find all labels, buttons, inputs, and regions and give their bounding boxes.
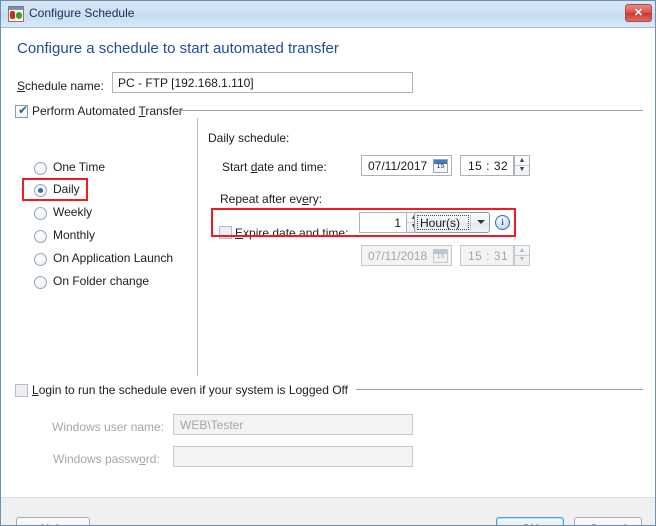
stepper-down-icon[interactable]: ▼ [515,165,529,174]
cancel-button[interactable]: Cancel [574,517,642,525]
expire-date-time-label: Expire date and time: [235,226,349,240]
radio-dot-icon[interactable] [34,184,47,197]
expire-time-value: 15 : 31 [468,249,509,263]
calendar-day-label: 15 [436,253,445,260]
perform-automated-transfer-label: Perform Automated Transfer [32,104,183,118]
stepper-up-icon[interactable]: ▲ [515,246,529,255]
windows-password-input[interactable] [173,446,413,467]
expire-date-value: 07/11/2018 [368,249,428,263]
window-title: Configure Schedule [29,6,135,20]
title-bar: Configure Schedule ✕ [1,1,655,28]
calendar-day-label: 15 [436,163,445,170]
start-date-value: 07/11/2017 [368,159,428,173]
stepper-down-icon[interactable]: ▼ [515,255,529,264]
repeat-after-every-label: Repeat after every: [220,192,323,206]
radio-label: Monthly [53,228,96,242]
schedule-name-label: Schedule name: [17,79,104,93]
dialog-footer: Help OK Cancel [1,497,655,525]
radio-dot-icon[interactable] [34,276,47,289]
checkmark-icon: ✔ [18,103,29,117]
windows-user-name-input[interactable]: WEB\Tester [173,414,413,435]
close-icon[interactable]: ✕ [625,4,652,22]
daily-schedule-title: Daily schedule: [208,131,290,145]
radio-dot-icon[interactable] [34,253,47,266]
expire-time-input[interactable]: 15 : 31 [460,245,514,266]
schedule-name-input[interactable] [112,72,413,93]
schedule-app-icon [8,6,24,22]
repeat-unit-value: Hour(s) [420,216,461,230]
group-divider-line [356,389,643,390]
page-title: Configure a schedule to start automated … [17,40,339,57]
ok-button[interactable]: OK [496,517,564,525]
radio-dot-icon[interactable] [34,162,47,175]
radio-label: Daily [53,182,80,196]
radio-label: Weekly [53,205,93,219]
expire-date-input[interactable]: 07/11/2018 15 [361,245,452,266]
radio-dot-icon[interactable] [34,230,47,243]
radio-label: On Application Launch [53,251,174,265]
windows-user-name-label: Windows user name: [52,420,165,434]
repeat-amount-input[interactable]: 1 [359,212,407,233]
calendar-icon[interactable]: 15 [433,249,448,263]
repeat-amount-value: 1 [394,216,401,230]
radio-label: On Folder change [53,274,150,288]
start-time-input[interactable]: 15 : 32 [460,155,514,176]
repeat-unit-select[interactable]: Hour(s) [414,212,490,233]
configure-schedule-dialog: Configure Schedule ✕ Configure a schedul… [0,0,656,526]
start-date-time-label: Start date and time: [222,160,327,174]
expire-time-stepper[interactable]: ▲ ▼ [514,245,530,266]
dialog-body: Configure a schedule to start automated … [1,28,655,525]
login-logged-off-label: Login to run the schedule even if your s… [32,383,348,397]
start-time-value: 15 : 32 [468,159,509,173]
chevron-down-icon[interactable] [477,220,485,224]
start-time-stepper[interactable]: ▲ ▼ [514,155,530,176]
help-button[interactable]: Help [16,517,90,525]
calendar-icon[interactable]: 15 [433,159,448,173]
info-icon[interactable]: i [495,215,510,230]
info-glyph: i [501,217,504,227]
start-date-input[interactable]: 07/11/2017 15 [361,155,452,176]
radio-dot-icon[interactable] [34,207,47,220]
stepper-up-icon[interactable]: ▲ [515,156,529,165]
perform-automated-transfer-checkbox[interactable]: ✔ [15,103,29,118]
group-divider-line [177,110,643,111]
close-glyph: ✕ [633,7,644,19]
windows-user-name-value: WEB\Tester [180,418,244,432]
radio-label: One Time [53,160,106,174]
panel-divider-line [197,118,198,376]
expire-date-time-checkbox[interactable] [219,226,232,239]
windows-password-label: Windows password: [53,452,160,466]
login-logged-off-checkbox[interactable] [15,384,28,397]
